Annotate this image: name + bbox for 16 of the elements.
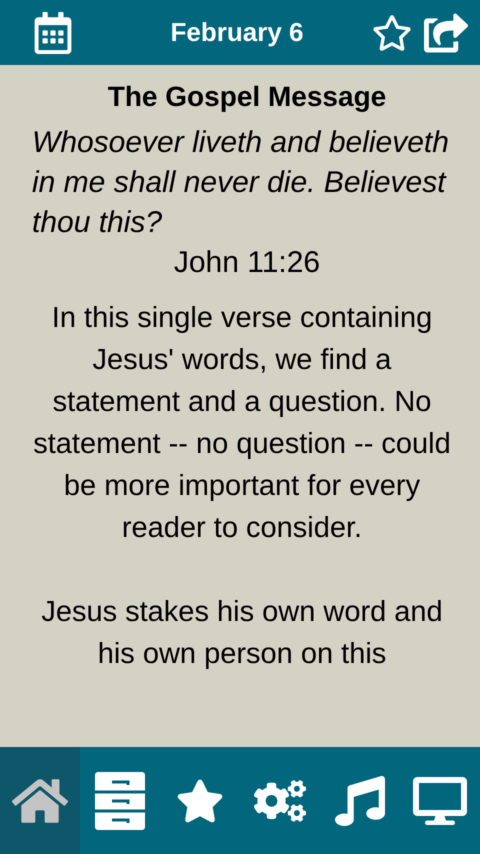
favorite-button[interactable] — [372, 12, 412, 52]
calendar-icon — [32, 12, 74, 54]
star-icon — [372, 12, 412, 52]
home-tab[interactable] — [0, 747, 80, 854]
verse-text: Whosoever liveth and believeth in me shall never die. Believest thou this? — [32, 125, 450, 241]
star-icon — [176, 776, 224, 824]
body-paragraph: In this single verse containing Jesus' words, we find a statement and a question. No statement -- no question -- could be more important for every reader to consider. — [32, 301, 452, 546]
share-button[interactable] — [424, 10, 468, 54]
verse-reference: John 11:26 — [172, 245, 322, 281]
calendar-button[interactable] — [32, 12, 74, 54]
article-title: The Gospel Message — [106, 81, 388, 113]
body-paragraph: Jesus stakes his own word and his own person on this — [40, 595, 444, 672]
drawers-icon — [95, 772, 145, 830]
music-note-icon — [335, 776, 385, 826]
date-title: February 6 — [170, 17, 304, 48]
share-icon — [424, 10, 468, 54]
